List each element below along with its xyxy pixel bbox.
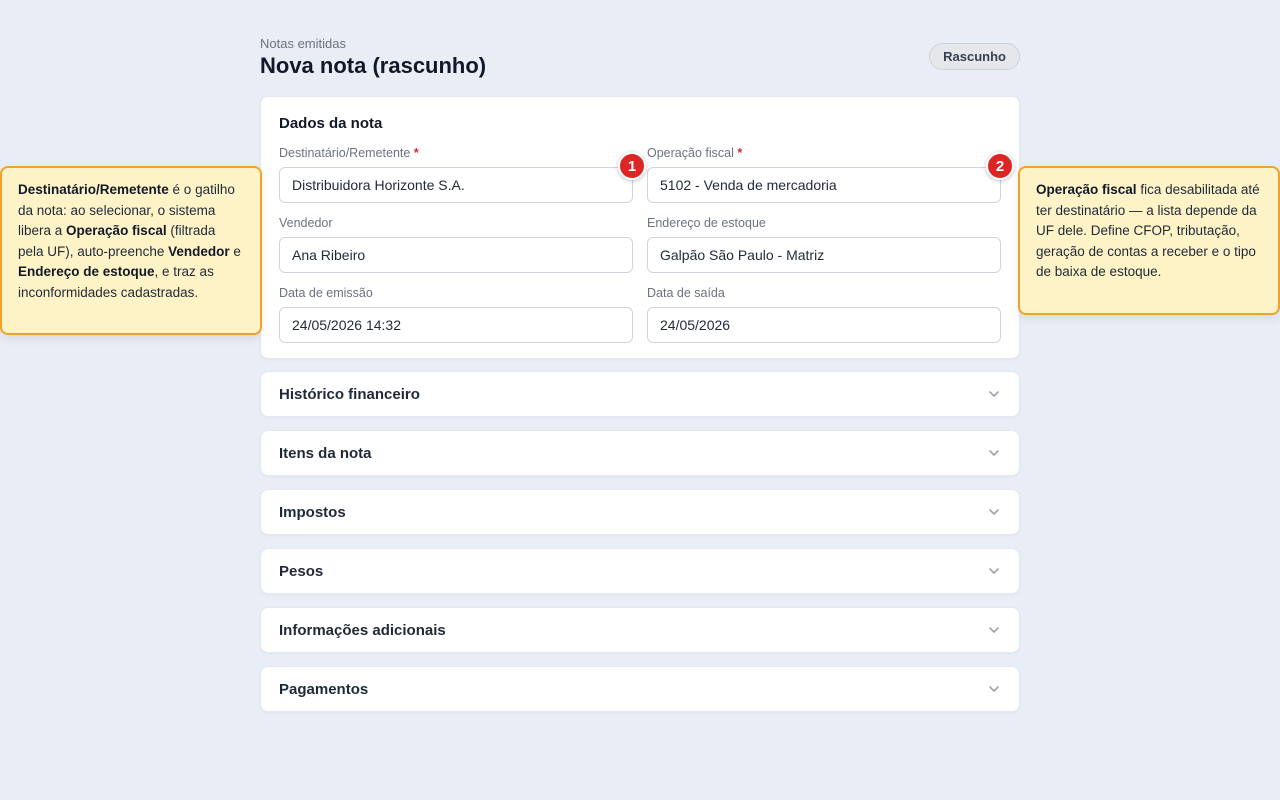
accordion-financial-history[interactable]: Histórico financeiro <box>260 371 1020 417</box>
seller-field: Vendedor Ana Ribeiro <box>279 216 633 273</box>
stock-address-field: Endereço de estoque Galpão São Paulo - M… <box>647 216 1001 273</box>
exit-date-label: Data de saída <box>647 286 725 300</box>
fiscal-operation-input[interactable]: 5102 - Venda de mercadoria <box>647 167 1001 203</box>
issue-date-field: Data de emissão 24/05/2026 14:32 <box>279 286 633 343</box>
status-badge: Rascunho <box>929 43 1020 70</box>
chevron-down-icon <box>989 509 999 515</box>
issue-date-input[interactable]: 24/05/2026 14:32 <box>279 307 633 343</box>
accordion-weights[interactable]: Pesos <box>260 548 1020 594</box>
accordion-title: Pagamentos <box>279 680 369 698</box>
accordion-payments[interactable]: Pagamentos <box>260 666 1020 712</box>
accordion-title: Impostos <box>279 503 346 521</box>
recipient-label: Destinatário/Remetente * <box>279 146 419 160</box>
exit-date-input[interactable]: 24/05/2026 <box>647 307 1001 343</box>
page-title: Nova nota (rascunho) <box>260 53 487 78</box>
recipient-field: Destinatário/Remetente * Distribuidora H… <box>279 146 633 203</box>
accordion-title: Itens da nota <box>279 444 372 462</box>
fiscal-operation-field: Operação fiscal * 5102 - Venda de mercad… <box>647 146 1001 203</box>
annotation-callout-recipient: Destinatário/Remetente é o gatilho da no… <box>0 166 262 335</box>
fiscal-operation-label: Operação fiscal * <box>647 146 743 160</box>
annotation-callout-fiscal-operation: Operação fiscal fica desabilitada até te… <box>1018 166 1280 315</box>
accordion-title: Histórico financeiro <box>279 385 420 403</box>
chevron-down-icon <box>989 450 999 456</box>
accordion-taxes[interactable]: Impostos <box>260 489 1020 535</box>
chevron-down-icon <box>989 391 999 397</box>
invoice-data-card: Dados da nota Destinatário/Remetente * D… <box>260 96 1020 359</box>
accordion-title: Informações adicionais <box>279 621 446 639</box>
required-mark: * <box>737 146 743 160</box>
recipient-input[interactable]: Distribuidora Horizonte S.A. <box>279 167 633 203</box>
seller-label: Vendedor <box>279 216 333 230</box>
accordion-title: Pesos <box>279 562 324 580</box>
accordion-invoice-items[interactable]: Itens da nota <box>260 430 1020 476</box>
annotation-marker-2: 2 <box>986 152 1014 180</box>
required-mark: * <box>413 146 419 160</box>
accordion-additional-info[interactable]: Informações adicionais <box>260 607 1020 653</box>
stock-address-input[interactable]: Galpão São Paulo - Matriz <box>647 237 1001 273</box>
annotation-marker-1: 1 <box>618 152 646 180</box>
page: Notas emitidas Nova nota (rascunho) Rasc… <box>260 36 1020 712</box>
chevron-down-icon <box>989 686 999 692</box>
section-title: Dados da nota <box>279 115 383 132</box>
breadcrumb[interactable]: Notas emitidas <box>260 36 346 51</box>
page-header: Notas emitidas Nova nota (rascunho) Rasc… <box>260 36 1020 96</box>
issue-date-label: Data de emissão <box>279 286 373 300</box>
chevron-down-icon <box>989 627 999 633</box>
chevron-down-icon <box>989 568 999 574</box>
stock-address-label: Endereço de estoque <box>647 216 766 230</box>
exit-date-field: Data de saída 24/05/2026 <box>647 286 1001 343</box>
seller-input[interactable]: Ana Ribeiro <box>279 237 633 273</box>
